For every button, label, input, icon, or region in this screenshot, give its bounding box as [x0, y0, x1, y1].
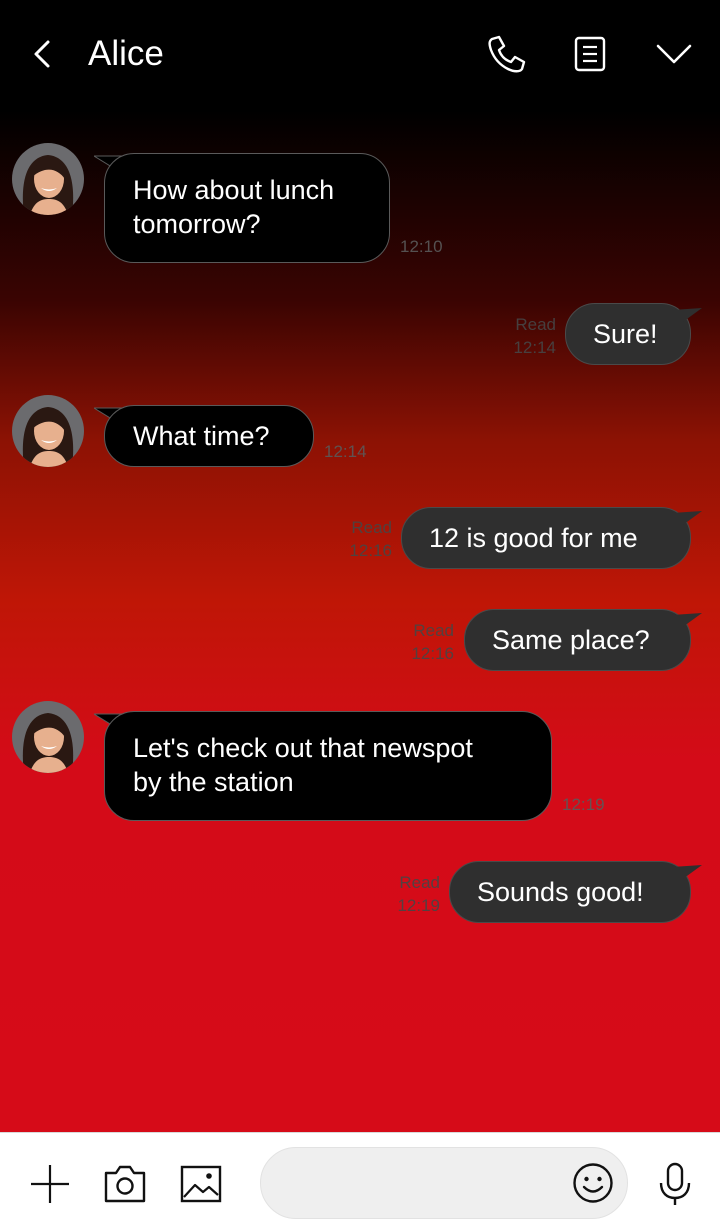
avatar[interactable]: [12, 701, 84, 773]
read-label: Read: [399, 873, 440, 892]
read-label: Read: [515, 315, 556, 334]
avatar-image: [12, 395, 84, 467]
emoji-button[interactable]: [570, 1160, 616, 1206]
back-button[interactable]: [26, 34, 60, 74]
bubble-tail: [672, 613, 702, 629]
menu-button[interactable]: [652, 32, 696, 76]
notes-button[interactable]: [568, 32, 612, 76]
incoming-message[interactable]: Let's check out that newspot by the stat…: [104, 711, 552, 821]
message-time: 12:14: [513, 338, 556, 357]
read-receipt: Read 12:16: [326, 516, 392, 562]
avatar[interactable]: [12, 395, 84, 467]
camera-icon: [104, 1165, 146, 1203]
add-button[interactable]: [27, 1161, 73, 1207]
voice-button[interactable]: [652, 1161, 698, 1207]
chat-header: Alice: [0, 0, 720, 108]
back-arrow-icon: [34, 40, 50, 68]
message-line: Let's check out that newspot: [133, 733, 473, 763]
outgoing-message[interactable]: 12 is good for me: [401, 507, 691, 569]
read-receipt: Read 12:19: [374, 871, 440, 917]
avatar[interactable]: [12, 143, 84, 215]
emoji-icon: [573, 1163, 613, 1203]
read-receipt: Read 12:14: [490, 313, 556, 359]
image-button[interactable]: [178, 1161, 224, 1207]
outgoing-message[interactable]: Same place?: [464, 609, 691, 671]
message-time: 12:19: [562, 795, 605, 814]
bubble-tail: [672, 865, 702, 881]
read-label: Read: [413, 621, 454, 640]
message-time: 12:10: [400, 237, 443, 256]
bubble-tail: [672, 308, 702, 324]
read-receipt: Read 12:16: [388, 619, 454, 665]
incoming-message[interactable]: How about lunch tomorrow?: [104, 153, 390, 263]
message-time: 12:16: [411, 644, 454, 663]
message-line: tomorrow?: [133, 209, 261, 239]
message-line: by the station: [133, 767, 294, 797]
chat-screen: Alice How about lunch tomorrow? 12:10 Re…: [0, 0, 720, 1232]
call-button[interactable]: [484, 32, 528, 76]
message-time: 12:19: [397, 896, 440, 915]
message-time: 12:16: [349, 541, 392, 560]
camera-button[interactable]: [102, 1161, 148, 1207]
message-line: How about lunch: [133, 175, 335, 205]
chat-title: Alice: [88, 34, 164, 73]
chevron-down-icon: [656, 44, 692, 64]
incoming-message[interactable]: What time?: [104, 405, 314, 467]
avatar-image: [12, 143, 84, 215]
message-time: 12:14: [324, 442, 367, 461]
avatar-image: [12, 701, 84, 773]
plus-icon: [31, 1165, 69, 1203]
microphone-icon: [659, 1162, 691, 1205]
phone-icon: [488, 35, 526, 73]
message-line: What time?: [133, 421, 270, 451]
outgoing-message[interactable]: Sounds good!: [449, 861, 691, 923]
read-label: Read: [351, 518, 392, 537]
image-icon: [180, 1165, 222, 1203]
bubble-tail: [672, 511, 702, 527]
notes-icon: [574, 36, 606, 72]
